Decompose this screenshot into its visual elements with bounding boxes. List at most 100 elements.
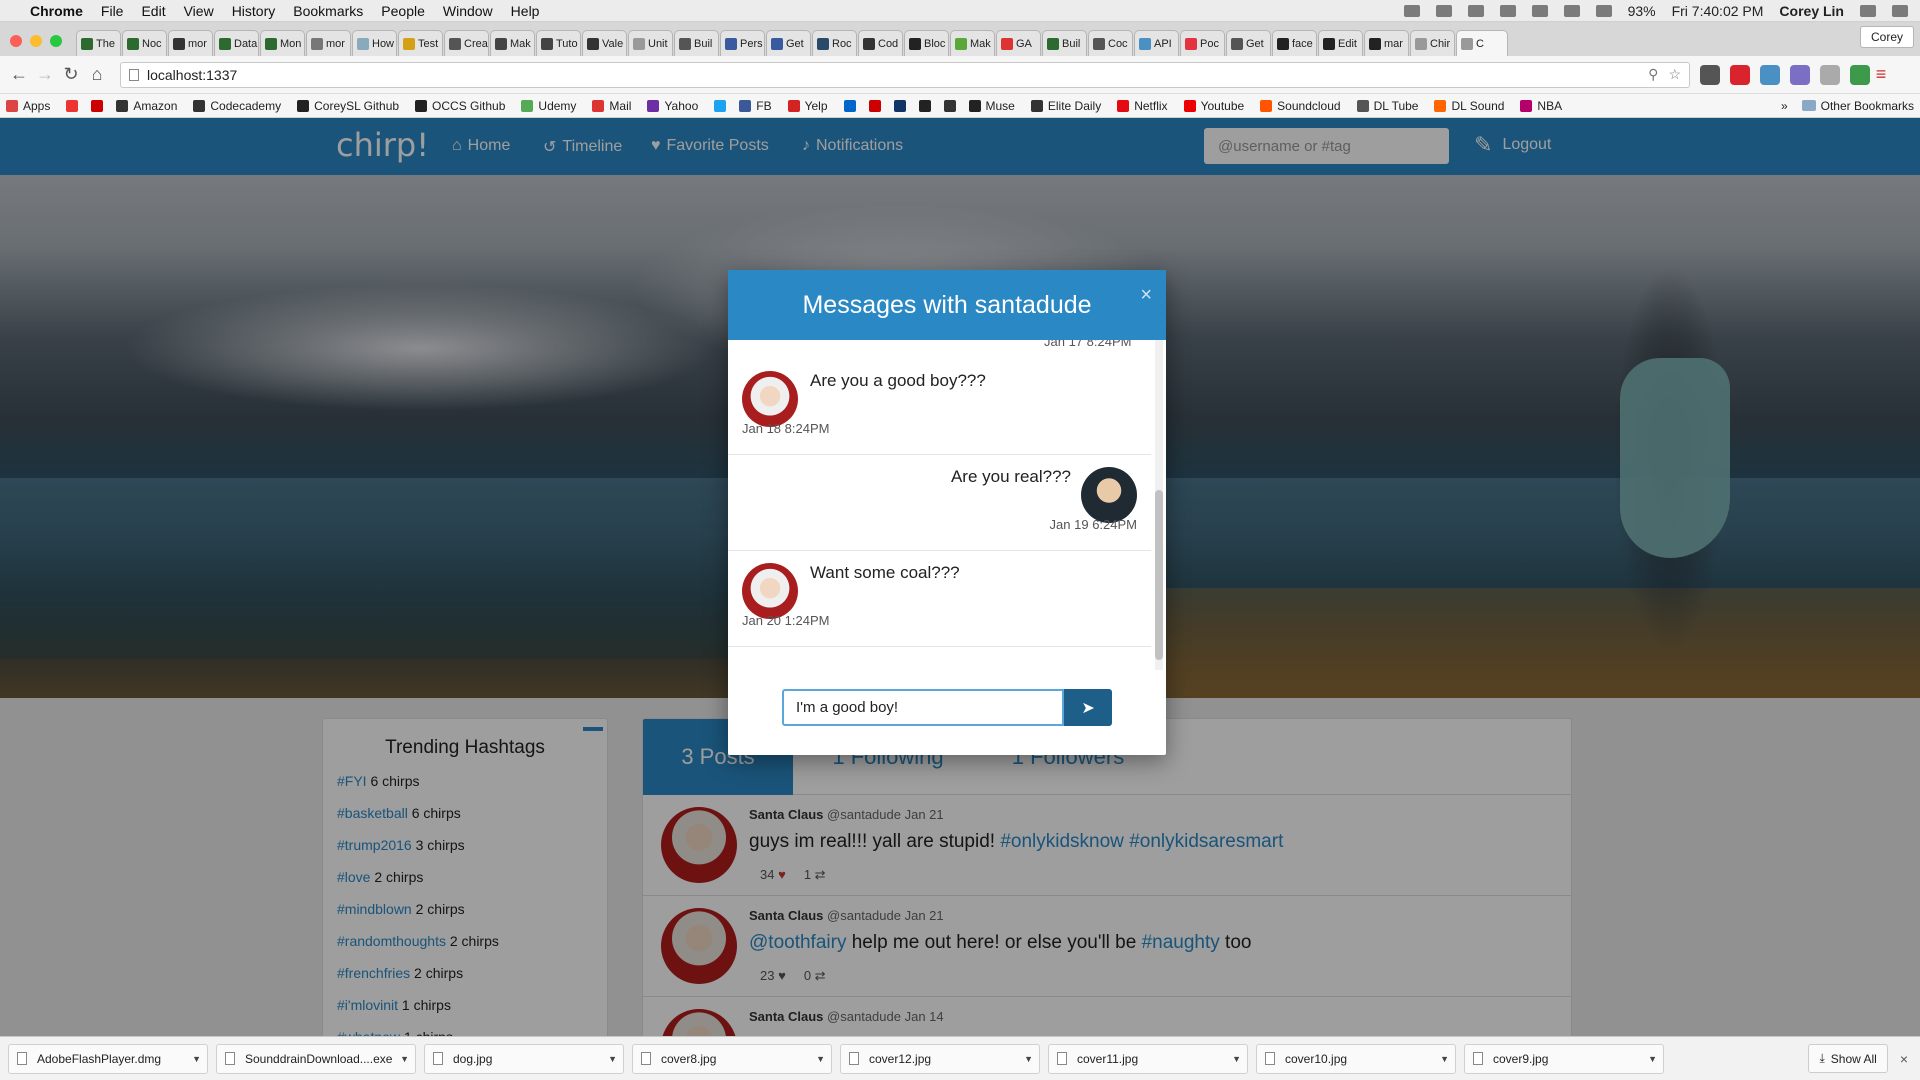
download-item[interactable]: cover10.jpg ▼	[1256, 1043, 1456, 1074]
onetab-ext-icon[interactable]	[1790, 64, 1810, 85]
download-item[interactable]: cover9.jpg ▼	[1464, 1043, 1664, 1074]
address-bar[interactable]: localhost:1337 ⚲ ☆	[120, 61, 1690, 88]
bookmark-item[interactable]: Yelp	[787, 99, 828, 113]
browser-tab[interactable]: Crea	[444, 30, 489, 56]
close-window-icon[interactable]	[10, 35, 22, 47]
notification-center-icon[interactable]	[1892, 4, 1908, 17]
bookmark-item[interactable]	[843, 99, 861, 113]
menu-help[interactable]: Help	[511, 3, 540, 19]
wifi-icon[interactable]	[1499, 4, 1516, 17]
message-thread[interactable]: Jan 17 8:24PM Are you a good boy??? Jan …	[728, 340, 1166, 670]
download-item[interactable]: cover11.jpg ▼	[1048, 1043, 1248, 1074]
browser-tab[interactable]: The	[76, 30, 121, 56]
bookmark-item[interactable]: Muse	[968, 99, 1015, 113]
download-item[interactable]: cover8.jpg ▼	[632, 1043, 832, 1074]
spotlight-icon[interactable]	[1860, 4, 1876, 17]
adblock-ext-icon[interactable]	[1730, 64, 1750, 85]
browser-tab[interactable]: Buil	[674, 30, 719, 56]
chrome-menu-icon[interactable]: ≡	[1870, 64, 1892, 85]
chevron-down-icon[interactable]: ▼	[1232, 1054, 1241, 1064]
bookmark-item[interactable]	[714, 99, 731, 113]
menu-app[interactable]: Chrome	[30, 3, 83, 19]
bookmark-item[interactable]: Youtube	[1183, 99, 1244, 113]
avatar[interactable]	[1081, 467, 1137, 523]
browser-tab[interactable]: Unit	[628, 30, 673, 56]
browser-tab[interactable]: Tuto	[536, 30, 581, 56]
bookmark-item[interactable]: Udemy	[521, 99, 576, 113]
browser-tab[interactable]: Pers	[720, 30, 765, 56]
browser-tab[interactable]: Edit	[1318, 30, 1363, 56]
momentum-ext-icon[interactable]	[1820, 64, 1840, 85]
window-resizer-ext-icon[interactable]	[1760, 64, 1780, 85]
browser-tab[interactable]: mor	[168, 30, 213, 56]
download-item[interactable]: AdobeFlashPlayer.dmg ▼	[8, 1043, 208, 1074]
browser-tab[interactable]: API	[1134, 30, 1179, 56]
browser-tab[interactable]: Data	[214, 30, 259, 56]
avatar[interactable]	[742, 371, 798, 427]
maximize-window-icon[interactable]	[50, 35, 62, 47]
bookmark-item[interactable]: Yahoo	[647, 99, 698, 113]
menu-edit[interactable]: Edit	[141, 3, 165, 19]
browser-tab[interactable]: face	[1272, 30, 1317, 56]
chevron-down-icon[interactable]: ▼	[1440, 1054, 1449, 1064]
screenshot-ext-icon[interactable]	[1850, 64, 1870, 85]
browser-tab[interactable]: Bloc	[904, 30, 949, 56]
chevron-down-icon[interactable]: ▼	[816, 1054, 825, 1064]
chevron-down-icon[interactable]: ▼	[192, 1054, 201, 1064]
browser-tab[interactable]: Get	[766, 30, 811, 56]
chevron-down-icon[interactable]: ▼	[400, 1054, 409, 1064]
browser-tab[interactable]: Mon	[260, 30, 305, 56]
more-bookmarks-icon[interactable]: »	[1781, 99, 1788, 113]
menu-history[interactable]: History	[232, 3, 276, 19]
bookmark-item[interactable]: OCCS Github	[415, 99, 505, 113]
time-machine-icon[interactable]	[1531, 4, 1548, 17]
airplay-icon[interactable]	[1467, 4, 1484, 17]
bookmark-item[interactable]	[66, 99, 83, 113]
forward-icon[interactable]: →	[34, 64, 56, 85]
bookmark-item[interactable]: Apps	[6, 99, 50, 113]
back-icon[interactable]: ←	[8, 64, 30, 85]
menu-view[interactable]: View	[184, 3, 214, 19]
send-button[interactable]: ➤	[1064, 689, 1112, 726]
browser-tab[interactable]: Get	[1226, 30, 1271, 56]
other-bookmarks[interactable]: » Other Bookmarks	[1781, 99, 1914, 113]
user-name[interactable]: Corey Lin	[1779, 3, 1844, 19]
chevron-down-icon[interactable]: ▼	[1024, 1054, 1033, 1064]
bookmark-item[interactable]: Mail	[592, 99, 631, 113]
close-icon[interactable]: ×	[1140, 284, 1152, 307]
browser-tab[interactable]: Buil	[1042, 30, 1087, 56]
download-item[interactable]: dog.jpg ▼	[424, 1043, 624, 1074]
browser-tab[interactable]: Coc	[1088, 30, 1133, 56]
glasses-icon[interactable]	[1403, 4, 1420, 17]
bookmark-item[interactable]: FB	[739, 99, 772, 113]
menu-bookmarks[interactable]: Bookmarks	[293, 3, 363, 19]
thread-scroll-thumb[interactable]	[1155, 490, 1163, 660]
dropbox-icon[interactable]	[1435, 4, 1452, 17]
bluetooth-icon[interactable]	[1563, 4, 1580, 17]
message-input[interactable]: I'm a good boy!	[782, 689, 1065, 726]
browser-tab[interactable]: GA	[996, 30, 1041, 56]
browser-tab[interactable]: Test	[398, 30, 443, 56]
bookmark-item[interactable]: Codecademy	[193, 99, 281, 113]
browser-tab[interactable]: Poc	[1180, 30, 1225, 56]
browser-tab[interactable]: Mak	[950, 30, 995, 56]
menu-window[interactable]: Window	[443, 3, 493, 19]
clock[interactable]: Fri 7:40:02 PM	[1672, 3, 1764, 19]
avatar[interactable]	[742, 563, 798, 619]
bookmark-item[interactable]	[91, 99, 108, 113]
bookmark-item[interactable]: NBA	[1520, 99, 1562, 113]
browser-tab[interactable]: mor	[306, 30, 351, 56]
browser-tab[interactable]: Noc	[122, 30, 167, 56]
bookmark-item[interactable]: Netflix	[1117, 99, 1168, 113]
bookmark-item[interactable]	[893, 99, 911, 113]
bookmark-item[interactable]	[868, 99, 886, 113]
chevron-down-icon[interactable]: ▼	[1648, 1054, 1657, 1064]
bookmark-item[interactable]: DL Sound	[1434, 99, 1504, 113]
download-item[interactable]: cover12.jpg ▼	[840, 1043, 1040, 1074]
pocket-ext-icon[interactable]	[1700, 64, 1720, 85]
browser-tab[interactable]: Mak	[490, 30, 535, 56]
bookmark-item[interactable]: Amazon	[116, 99, 177, 113]
volume-icon[interactable]	[1595, 4, 1612, 17]
home-icon[interactable]: ⌂	[86, 64, 108, 85]
close-icon[interactable]: ×	[1900, 1051, 1908, 1067]
